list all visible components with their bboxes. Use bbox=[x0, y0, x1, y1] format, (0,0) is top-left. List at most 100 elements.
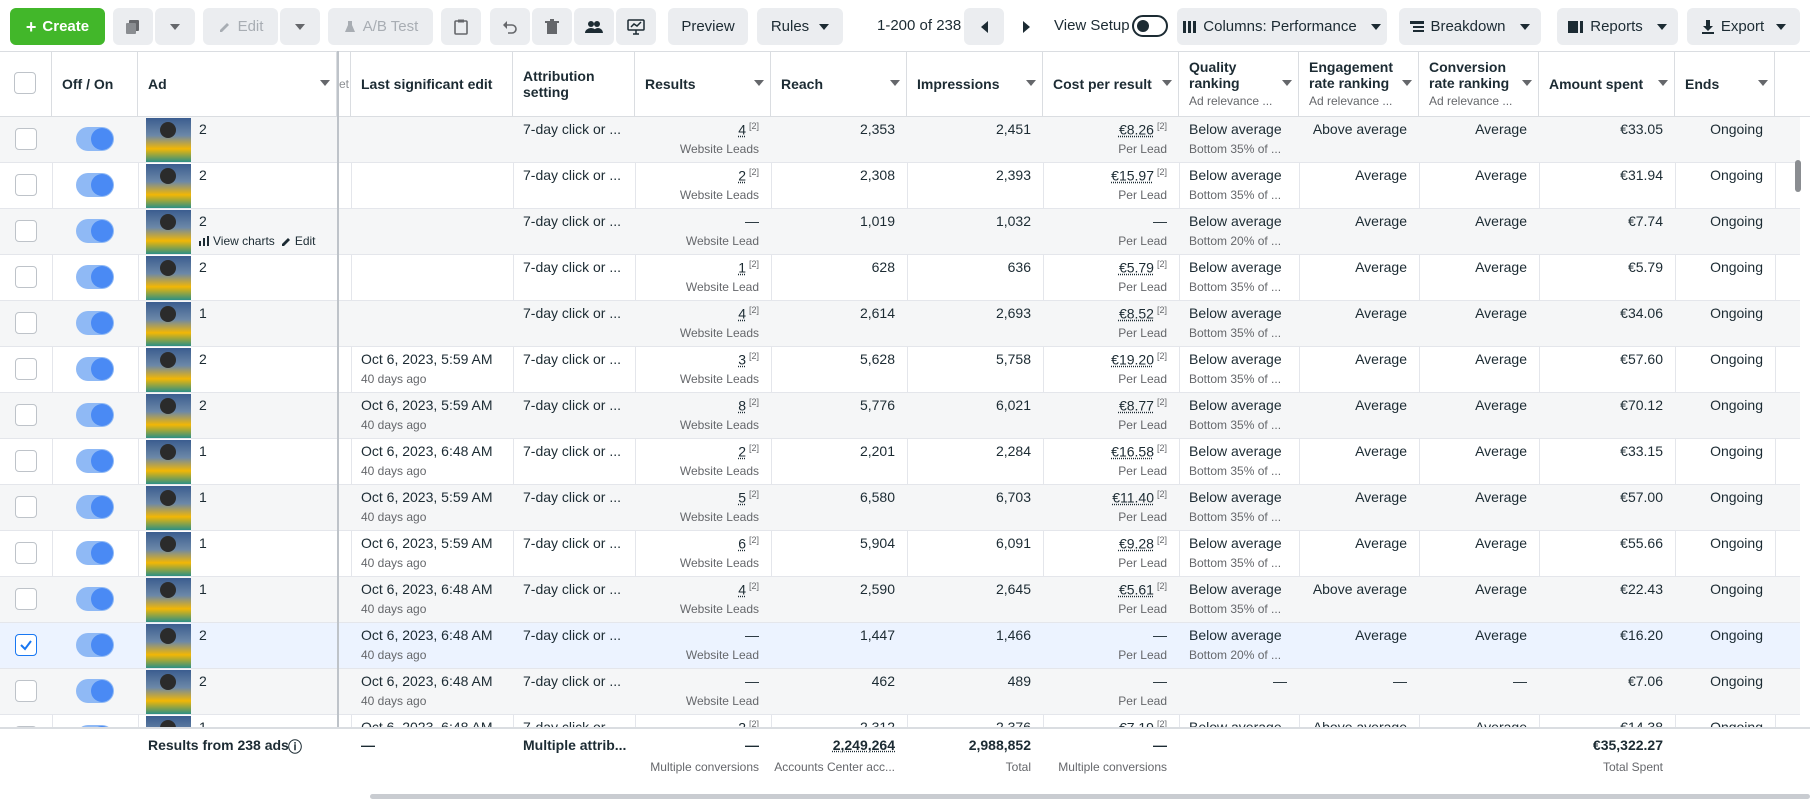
prev-page-button[interactable] bbox=[964, 8, 1004, 45]
row-checkbox[interactable] bbox=[15, 496, 37, 518]
header-attribution-setting[interactable]: Attribution setting bbox=[513, 52, 635, 116]
row-checkbox[interactable] bbox=[15, 634, 37, 656]
ad-status-toggle[interactable] bbox=[76, 403, 114, 427]
header-conversion-rate-ranking[interactable]: Conversion rate ranking Ad relevance ... bbox=[1419, 52, 1539, 116]
ad-thumbnail[interactable] bbox=[146, 210, 191, 254]
ad-name[interactable]: 1 bbox=[199, 305, 207, 321]
table-row[interactable]: 1 Oct 6, 2023, 5:59 AM 40 days ago 7-day cl… bbox=[0, 531, 1800, 577]
ad-thumbnail[interactable] bbox=[146, 532, 191, 576]
ad-thumbnail[interactable] bbox=[146, 486, 191, 530]
ad-status-toggle[interactable] bbox=[76, 357, 114, 381]
export-button[interactable]: Export bbox=[1687, 8, 1800, 45]
ad-name[interactable]: 2 bbox=[199, 213, 207, 229]
table-row[interactable]: 2 7-day click or ... 4 [2] Website Leads 2,35… bbox=[0, 117, 1800, 163]
header-quality-ranking[interactable]: Quality ranking Ad relevance ... bbox=[1179, 52, 1299, 116]
table-row[interactable]: 1 Oct 6, 2023, 6:48 AM 40 days ago 7-day cl… bbox=[0, 439, 1800, 485]
header-cost-per-result[interactable]: Cost per result bbox=[1043, 52, 1179, 116]
row-checkbox[interactable] bbox=[15, 128, 37, 150]
header-last-significant-edit[interactable]: Last significant edit bbox=[351, 52, 513, 116]
table-row[interactable]: 2 7-day click or ... 1 [2] Website Lead 628 63… bbox=[0, 255, 1800, 301]
table-row[interactable]: 1 Oct 6, 2023, 5:59 AM 40 days ago 7-day cl… bbox=[0, 485, 1800, 531]
header-reach[interactable]: Reach bbox=[771, 52, 907, 116]
select-all-checkbox[interactable] bbox=[14, 72, 36, 94]
clipboard-button[interactable] bbox=[441, 8, 481, 45]
header-ends[interactable]: Ends bbox=[1675, 52, 1775, 116]
header-engagement-rate-ranking[interactable]: Engagement rate ranking Ad relevance ... bbox=[1299, 52, 1419, 116]
ad-status-toggle[interactable] bbox=[76, 633, 114, 657]
ad-thumbnail[interactable] bbox=[146, 348, 191, 392]
header-amount-spent[interactable]: Amount spent bbox=[1539, 52, 1675, 116]
ad-name[interactable]: 1 bbox=[199, 581, 207, 597]
row-checkbox[interactable] bbox=[15, 358, 37, 380]
preview-button[interactable]: Preview bbox=[668, 8, 748, 45]
table-row[interactable]: 2 Oct 6, 2023, 5:59 AM 40 days ago 7-day cl… bbox=[0, 347, 1800, 393]
ad-name[interactable]: 2 bbox=[199, 121, 207, 137]
row-checkbox[interactable] bbox=[15, 266, 37, 288]
table-row[interactable]: 2 View charts Edit 7-day click or ... — We… bbox=[0, 209, 1800, 255]
audience-button[interactable] bbox=[574, 8, 614, 45]
reports-button[interactable]: Reports bbox=[1557, 8, 1678, 45]
row-checkbox[interactable] bbox=[15, 404, 37, 426]
breakdown-button[interactable]: Breakdown bbox=[1399, 8, 1541, 45]
ad-name[interactable]: 2 bbox=[199, 627, 207, 643]
row-checkbox[interactable] bbox=[15, 588, 37, 610]
edit-button[interactable]: Edit bbox=[203, 8, 278, 45]
ad-name[interactable]: 2 bbox=[199, 259, 207, 275]
table-row[interactable]: 1 Oct 6, 2023, 6:48 AM 40 days ago 7-day cl… bbox=[0, 577, 1800, 623]
ad-status-toggle[interactable] bbox=[76, 495, 114, 519]
duplicate-button[interactable] bbox=[113, 8, 153, 45]
rules-button[interactable]: Rules bbox=[757, 8, 843, 45]
ad-thumbnail[interactable] bbox=[146, 164, 191, 208]
undo-button[interactable] bbox=[490, 8, 530, 45]
ad-thumbnail[interactable] bbox=[146, 670, 191, 714]
ad-name[interactable]: 2 bbox=[199, 397, 207, 413]
ad-thumbnail[interactable] bbox=[146, 302, 191, 346]
row-checkbox[interactable] bbox=[15, 312, 37, 334]
table-row[interactable]: 1 Oct 6, 2023, 6:48 AM 7-day click or ... 2… bbox=[0, 715, 1800, 727]
row-checkbox[interactable] bbox=[15, 220, 37, 242]
table-row[interactable]: 1 7-day click or ... 4 [2] Website Leads 2,61… bbox=[0, 301, 1800, 347]
ad-status-toggle[interactable] bbox=[76, 311, 114, 335]
ad-thumbnail[interactable] bbox=[146, 394, 191, 438]
vertical-scrollbar[interactable] bbox=[1795, 160, 1801, 192]
view-setup-toggle[interactable] bbox=[1132, 15, 1168, 37]
create-button[interactable]: + Create bbox=[10, 8, 105, 45]
ad-name[interactable]: 1 bbox=[199, 489, 207, 505]
ad-thumbnail[interactable] bbox=[146, 578, 191, 622]
ad-status-toggle[interactable] bbox=[76, 219, 114, 243]
ab-test-button[interactable]: A/B Test bbox=[328, 8, 433, 45]
row-edit-link[interactable]: Edit bbox=[281, 234, 316, 248]
row-checkbox[interactable] bbox=[15, 174, 37, 196]
columns-button[interactable]: Columns: Performance bbox=[1177, 8, 1387, 45]
view-charts-link[interactable]: View charts bbox=[199, 234, 275, 248]
next-page-button[interactable] bbox=[1006, 8, 1046, 45]
ad-status-toggle[interactable] bbox=[76, 449, 114, 473]
edit-dropdown[interactable] bbox=[280, 8, 320, 45]
ad-thumbnail[interactable] bbox=[146, 256, 191, 300]
row-checkbox[interactable] bbox=[15, 542, 37, 564]
ad-status-toggle[interactable] bbox=[76, 679, 114, 703]
chart-button[interactable] bbox=[616, 8, 656, 45]
ad-name[interactable]: 2 bbox=[199, 673, 207, 689]
header-impressions[interactable]: Impressions bbox=[907, 52, 1043, 116]
info-icon[interactable]: ⓘ bbox=[288, 737, 302, 757]
header-off-on[interactable]: Off / On bbox=[52, 52, 138, 116]
table-row[interactable]: 2 Oct 6, 2023, 6:48 AM 40 days ago 7-day cl… bbox=[0, 623, 1800, 669]
table-row[interactable]: 2 Oct 6, 2023, 6:48 AM 40 days ago 7-day cl… bbox=[0, 669, 1800, 715]
ad-name[interactable]: 1 bbox=[199, 443, 207, 459]
row-checkbox[interactable] bbox=[15, 680, 37, 702]
ad-thumbnail[interactable] bbox=[146, 440, 191, 484]
ad-status-toggle[interactable] bbox=[76, 587, 114, 611]
ad-name[interactable]: 2 bbox=[199, 351, 207, 367]
delete-button[interactable] bbox=[532, 8, 572, 45]
duplicate-dropdown[interactable] bbox=[155, 8, 195, 45]
ad-status-toggle[interactable] bbox=[76, 173, 114, 197]
ad-thumbnail[interactable] bbox=[146, 624, 191, 668]
ad-name[interactable]: 1 bbox=[199, 719, 207, 727]
ad-name[interactable]: 1 bbox=[199, 535, 207, 551]
ad-status-toggle[interactable] bbox=[76, 541, 114, 565]
header-ad[interactable]: Ad bbox=[138, 52, 337, 116]
ad-thumbnail[interactable] bbox=[146, 716, 191, 727]
ad-status-toggle[interactable] bbox=[76, 127, 114, 151]
header-results[interactable]: Results bbox=[635, 52, 771, 116]
